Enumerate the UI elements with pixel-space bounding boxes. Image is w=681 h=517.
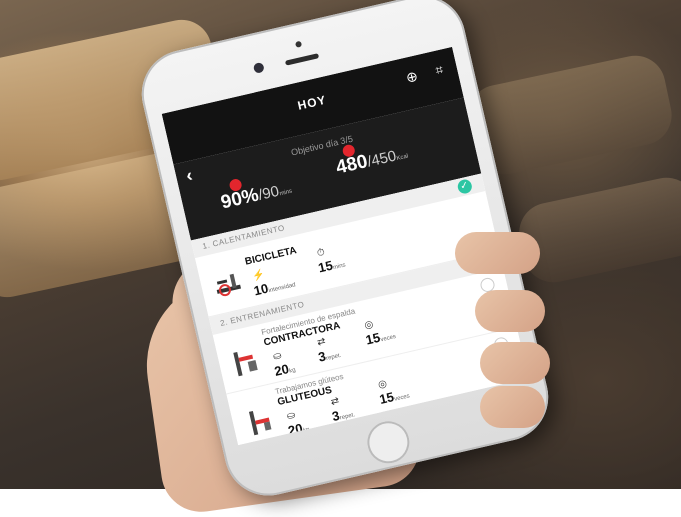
count-icon: ◎ xyxy=(377,378,389,391)
weight-icon: ⛀ xyxy=(272,350,283,363)
weight-icon: ⛀ xyxy=(285,409,297,423)
wood-log xyxy=(513,172,681,288)
hand-finger xyxy=(480,386,545,428)
metric-sets: ⇄ 3repet. xyxy=(316,335,342,365)
stopwatch-icon: ⏱ xyxy=(315,246,327,260)
metric-intensity: ⚡ 10intensidad xyxy=(251,268,297,299)
repeat-icon: ⇄ xyxy=(316,335,327,349)
metric-weight: ⛀ 20kg xyxy=(272,350,297,379)
time-stat: 90%/90mins xyxy=(219,177,294,215)
back-machine-icon xyxy=(233,351,258,377)
exercise-name: BICICLETA xyxy=(244,245,298,268)
calories-stat: 480/450Kcal xyxy=(334,142,410,180)
hand-finger xyxy=(475,290,545,332)
time-goal: 90 xyxy=(260,182,281,204)
wood-log xyxy=(462,50,678,180)
hand-finger xyxy=(455,232,540,274)
repeat-icon: ⇄ xyxy=(329,395,341,409)
hand-finger xyxy=(480,342,550,384)
metric-reps: ◎ 15veces xyxy=(363,318,397,348)
check-icon[interactable]: ✓ xyxy=(456,178,474,195)
calories-goal: 450 xyxy=(369,147,398,170)
calories-unit: Kcal xyxy=(396,153,409,163)
glute-machine-icon xyxy=(248,410,272,436)
metric-duration: ⏱ 15mins xyxy=(315,246,347,276)
count-icon: ◎ xyxy=(363,318,375,332)
metric-reps: ◎ 15veces xyxy=(377,378,411,407)
bike-machine-icon xyxy=(216,273,242,297)
time-unit: mins xyxy=(279,188,293,198)
